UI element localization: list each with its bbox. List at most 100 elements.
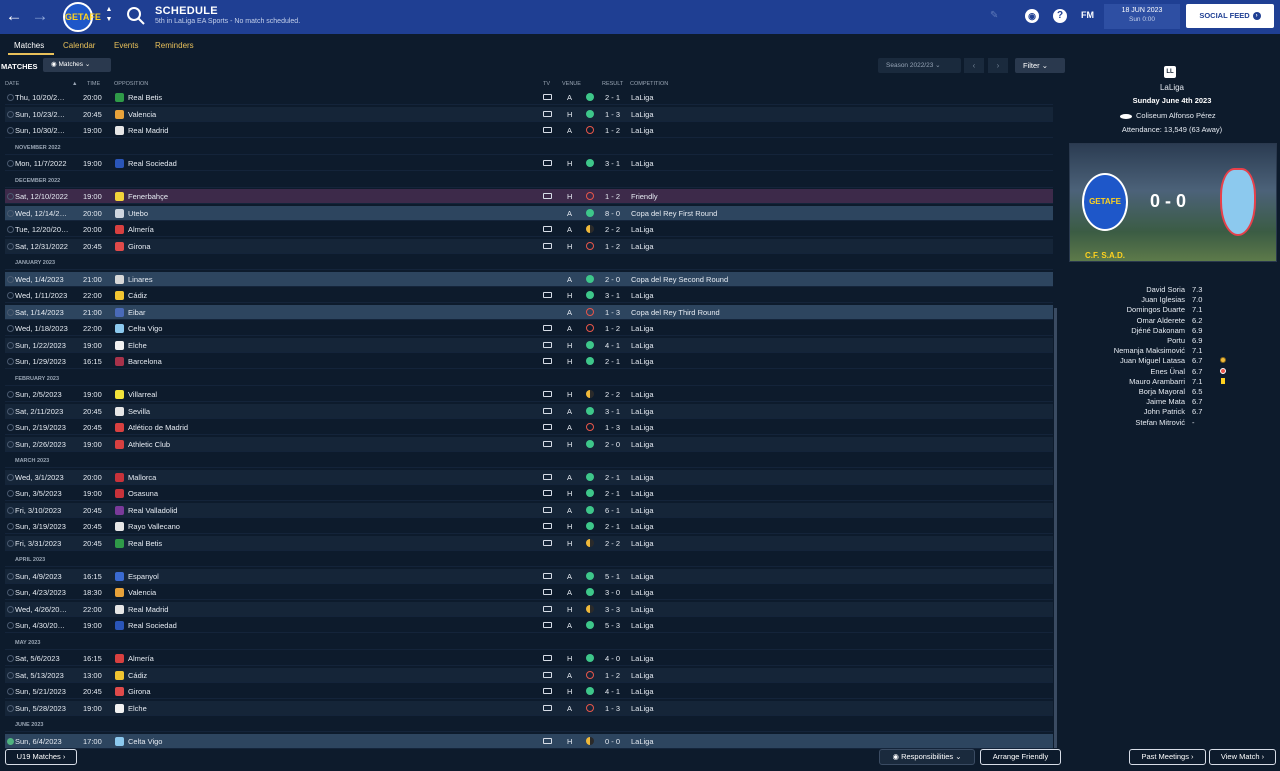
player-rating-row[interactable]: Jaime Mata 6.7 — [1064, 397, 1280, 407]
match-score[interactable]: 1 - 2 — [605, 192, 620, 201]
date-box[interactable]: 18 JUN 2023 Sun 0:00 — [1104, 4, 1180, 29]
past-meetings-button[interactable]: Past Meetings › — [1129, 749, 1206, 765]
opposition-name[interactable]: Girona — [128, 242, 151, 251]
opposition-name[interactable]: Cádiz — [128, 291, 147, 300]
competition-name[interactable]: LaLiga — [631, 572, 654, 581]
table-row[interactable]: Wed, 1/11/2023 22:00 Cádiz H 3 - 1 LaLiga — [5, 288, 1053, 303]
opposition-name[interactable]: Utebo — [128, 209, 148, 218]
competition-name[interactable]: LaLiga — [631, 324, 654, 333]
row-select-icon[interactable] — [7, 474, 14, 481]
match-score[interactable]: 2 - 1 — [605, 522, 620, 531]
team-badge-icon[interactable] — [115, 440, 124, 449]
team-badge-icon[interactable] — [115, 506, 124, 515]
row-select-icon[interactable] — [7, 589, 14, 596]
row-select-icon[interactable] — [7, 523, 14, 530]
match-score[interactable]: 2 - 1 — [605, 489, 620, 498]
opposition-name[interactable]: Real Madrid — [128, 605, 168, 614]
table-row[interactable]: Sun, 2/5/2023 19:00 Villarreal H 2 - 2 LaLiga — [5, 387, 1053, 402]
competition-name[interactable]: LaLiga — [631, 621, 654, 630]
opposition-name[interactable]: Athletic Club — [128, 440, 170, 449]
player-name[interactable]: David Soria — [1146, 285, 1185, 294]
col-header-competition[interactable]: COMPETITION — [630, 81, 668, 87]
table-row[interactable]: Sun, 5/21/2023 20:45 Girona H 4 - 1 LaLiga — [5, 684, 1053, 699]
col-header-tv[interactable]: TV — [543, 81, 550, 87]
table-row[interactable]: Sun, 4/23/2023 18:30 Valencia A 3 - 0 LaLiga — [5, 585, 1053, 600]
team-badge-icon[interactable] — [115, 275, 124, 284]
row-select-icon[interactable] — [7, 424, 14, 431]
competition-name[interactable]: LaLiga — [631, 671, 654, 680]
u19-matches-button[interactable]: U19 Matches › — [5, 749, 77, 765]
table-row[interactable]: Wed, 1/18/2023 22:00 Celta Vigo A 1 - 2 LaLig… — [5, 321, 1053, 336]
match-score[interactable]: 3 - 1 — [605, 159, 620, 168]
player-name[interactable]: John Patrick — [1144, 407, 1185, 416]
player-rating-row[interactable]: Borja Mayoral 6.5 — [1064, 387, 1280, 397]
competition-name[interactable]: LaLiga — [631, 506, 654, 515]
player-name[interactable]: Portu — [1167, 336, 1185, 345]
table-row[interactable]: Sat, 1/14/2023 21:00 Eibar A 1 - 3 Copa del R… — [5, 305, 1053, 320]
table-row[interactable]: Sun, 2/19/2023 20:45 Atlético de Madrid A 1 … — [5, 420, 1053, 435]
team-badge-icon[interactable] — [115, 654, 124, 663]
row-select-icon[interactable] — [7, 358, 14, 365]
competition-name[interactable]: LaLiga — [631, 737, 654, 746]
row-select-icon[interactable] — [7, 160, 14, 167]
opposition-name[interactable]: Real Sociedad — [128, 621, 177, 630]
player-name[interactable]: Djéné Dakonam — [1131, 326, 1185, 335]
match-score[interactable]: 1 - 3 — [605, 704, 620, 713]
player-rating-row[interactable]: Portu 6.9 — [1064, 336, 1280, 346]
opposition-name[interactable]: Espanyol — [128, 572, 159, 581]
row-select-icon[interactable] — [7, 309, 14, 316]
competition-name[interactable]: LaLiga — [631, 291, 654, 300]
match-score[interactable]: 1 - 3 — [605, 110, 620, 119]
globe-icon[interactable]: ◉ — [1025, 9, 1039, 23]
opposition-name[interactable]: Mallorca — [128, 473, 156, 482]
player-name[interactable]: Jaime Mata — [1146, 397, 1185, 406]
team-badge-icon[interactable] — [115, 341, 124, 350]
match-score[interactable]: 3 - 0 — [605, 588, 620, 597]
table-row[interactable]: Sun, 5/28/2023 19:00 Elche A 1 - 3 LaLiga — [5, 701, 1053, 716]
match-score[interactable]: 3 - 3 — [605, 605, 620, 614]
row-select-icon[interactable] — [7, 391, 14, 398]
player-name[interactable]: Juan Miguel Latasa — [1120, 356, 1185, 365]
team-badge-icon[interactable] — [115, 605, 124, 614]
player-rating-row[interactable]: Nemanja Maksimović 7.1 — [1064, 346, 1280, 356]
competition-name[interactable]: LaLiga — [631, 605, 654, 614]
match-score[interactable]: 1 - 2 — [605, 242, 620, 251]
opposition-name[interactable]: Eibar — [128, 308, 146, 317]
match-score[interactable]: 5 - 3 — [605, 621, 620, 630]
match-competition[interactable]: LaLiga — [1064, 83, 1280, 92]
team-badge-icon[interactable] — [115, 159, 124, 168]
responsibilities-button[interactable]: ◉ Responsibilities ⌄ — [879, 749, 975, 765]
match-stadium[interactable]: Coliseum Alfonso Pérez — [1120, 111, 1216, 120]
table-row[interactable]: Sat, 5/6/2023 16:15 Almería H 4 - 0 LaLiga — [5, 651, 1053, 666]
match-score[interactable]: 8 - 0 — [605, 209, 620, 218]
competition-name[interactable]: LaLiga — [631, 110, 654, 119]
table-row[interactable]: Fri, 3/31/2023 20:45 Real Betis H 2 - 2 LaLig… — [5, 536, 1053, 551]
forward-arrow-icon[interactable]: → — [31, 6, 49, 26]
opposition-name[interactable]: Real Sociedad — [128, 159, 177, 168]
help-icon[interactable]: ? — [1053, 9, 1067, 23]
table-row[interactable]: Sat, 12/10/2022 19:00 Fenerbahçe H 1 - 2 Frie… — [5, 189, 1053, 204]
competition-name[interactable]: LaLiga — [631, 473, 654, 482]
row-select-icon[interactable] — [7, 705, 14, 712]
row-select-icon[interactable] — [7, 540, 14, 547]
match-score[interactable]: 2 - 2 — [605, 225, 620, 234]
competition-name[interactable]: Copa del Rey Third Round — [631, 308, 720, 317]
tab-events[interactable]: Events — [114, 41, 138, 50]
table-row[interactable]: Sun, 3/5/2023 19:00 Osasuna H 2 - 1 LaLiga — [5, 486, 1053, 501]
col-header-opposition[interactable]: OPPOSITION — [114, 81, 148, 87]
opposition-name[interactable]: Linares — [128, 275, 153, 284]
team-badge-icon[interactable] — [115, 737, 124, 746]
row-select-icon[interactable] — [7, 738, 14, 745]
match-score[interactable]: 2 - 2 — [605, 539, 620, 548]
table-row[interactable]: Tue, 12/20/20… 20:00 Almería A 2 - 2 LaLiga — [5, 222, 1053, 237]
row-select-icon[interactable] — [7, 94, 14, 101]
opposition-name[interactable]: Elche — [128, 704, 147, 713]
table-row[interactable]: Sat, 5/13/2023 13:00 Cádiz A 1 - 2 LaLiga — [5, 668, 1053, 683]
row-select-icon[interactable] — [7, 672, 14, 679]
team-badge-icon[interactable] — [115, 242, 124, 251]
table-row[interactable]: Sun, 4/9/2023 16:15 Espanyol A 5 - 1 LaLiga — [5, 569, 1053, 584]
tab-calendar[interactable]: Calendar — [63, 41, 95, 50]
competition-name[interactable]: LaLiga — [631, 341, 654, 350]
table-row[interactable]: Sat, 12/31/2022 20:45 Girona H 1 - 2 LaLiga — [5, 239, 1053, 254]
row-select-icon[interactable] — [7, 325, 14, 332]
